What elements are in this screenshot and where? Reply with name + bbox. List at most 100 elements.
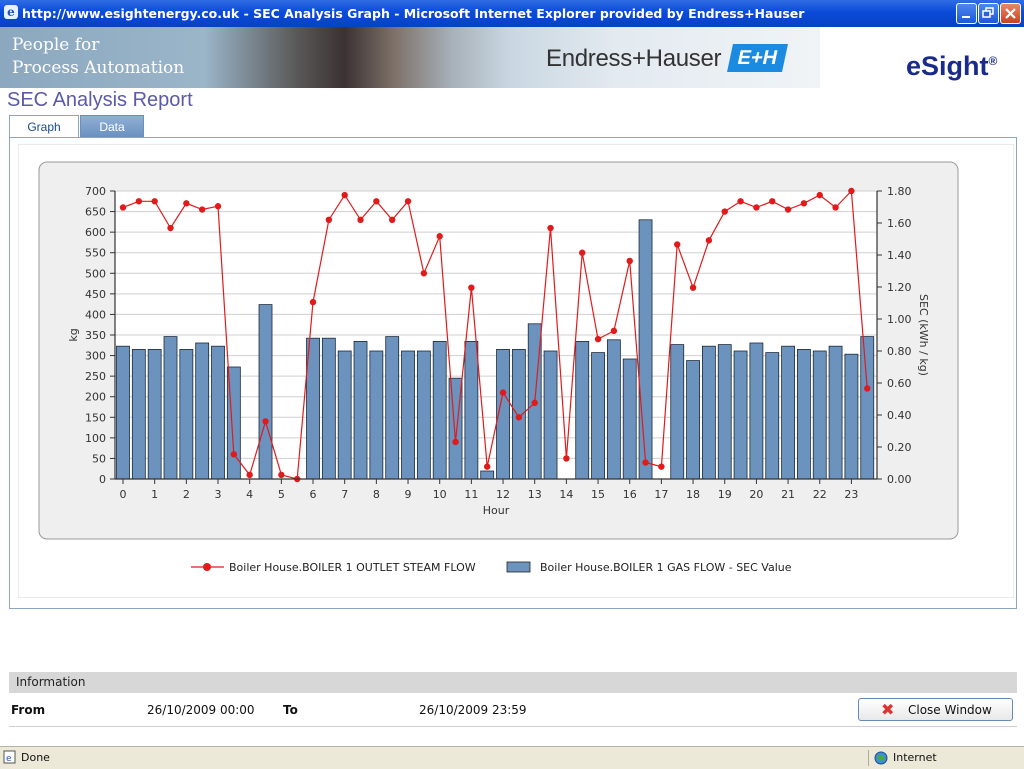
status-text: Done [21,751,50,764]
x-tick-label: 18 [686,488,700,501]
data-point [468,284,475,291]
bar [622,358,637,480]
bar [828,345,843,480]
bar [733,350,748,480]
bar [211,345,225,480]
y2-axis-label: SEC (kWh / kg) [917,294,930,376]
bar [812,350,827,480]
data-point [579,249,586,256]
data-point [800,200,808,207]
x-tick-label: 22 [813,488,827,501]
data-point [705,237,713,244]
bar [575,340,590,480]
bar [717,344,732,480]
bar [179,348,194,480]
y-tick-label: 200 [85,391,106,404]
legend-marker [203,563,211,571]
data-point [452,438,459,446]
data-point [357,216,364,223]
legend-bar-swatch [506,561,531,573]
from-label: From [11,703,46,717]
bar [163,336,178,480]
bar [638,219,653,480]
x-tick-label: 15 [591,488,605,501]
y-tick-label: 250 [85,370,106,383]
bar [147,348,162,480]
bar [195,342,210,480]
bar [749,342,764,480]
x-axis-label: Hour [483,504,510,517]
data-point [737,198,744,205]
bar [606,339,621,480]
info-header-label: Information [16,675,86,689]
y2-tick-label: 1.00 [887,313,912,326]
x-tick-label: 19 [718,488,732,501]
bar [258,304,273,480]
sec-chart: 0501001502002503003504004505005506006507… [38,161,959,574]
y2-tick-label: 1.80 [887,185,912,198]
y-tick-label: 600 [85,226,106,239]
data-point [246,471,253,479]
zone-text: Internet [893,751,937,764]
bar [416,350,431,480]
x-tick-label: 17 [654,488,668,501]
x-tick-label: 12 [496,488,510,501]
bar [369,350,384,480]
bar [797,348,811,480]
bar [860,336,875,480]
y2-tick-label: 0.60 [887,377,912,390]
data-point [230,451,238,458]
y2-tick-label: 1.40 [887,249,912,262]
data-point [689,284,697,291]
data-point [753,204,760,211]
data-point [262,418,269,425]
x-tick-label: 21 [781,488,795,501]
data-point [769,198,776,205]
close-window-action-button[interactable]: ✖ Close Window [858,698,1013,721]
legend-label-steam: Boiler House.BOILER 1 OUTLET STEAM FLOW [229,561,476,574]
data-point [832,204,839,211]
bar [670,344,685,480]
x-tick-label: 7 [341,488,348,501]
y-axis-label: kg [67,328,80,341]
data-point [721,208,728,215]
bar [131,348,146,480]
data-point [626,257,633,265]
data-point [278,471,285,479]
data-point [594,335,602,343]
data-point [325,216,333,223]
from-value: 26/10/2009 00:00 [147,703,255,717]
x-tick-label: 13 [528,488,542,501]
bar [432,340,447,480]
data-point [119,204,127,211]
bar [353,340,368,480]
data-point [547,224,554,232]
to-label: To [283,703,298,717]
x-tick-label: 0 [120,488,127,501]
data-point [341,191,348,199]
data-point [135,198,143,205]
y-tick-label: 650 [85,206,106,219]
data-point [563,455,570,462]
close-button-label: Close Window [908,703,992,717]
bar [385,336,400,480]
bar [464,340,479,480]
x-tick-label: 16 [623,488,637,501]
y2-tick-label: 0.00 [887,473,912,486]
y-tick-label: 150 [85,411,106,424]
x-tick-label: 4 [246,488,253,501]
data-point [309,298,317,306]
y2-tick-label: 0.40 [887,409,912,422]
data-point [388,216,396,223]
y-tick-label: 0 [99,473,106,486]
y-tick-label: 300 [85,350,106,363]
x-tick-label: 20 [749,488,763,501]
x-tick-label: 8 [373,488,380,501]
data-point [436,233,443,240]
data-point [420,270,428,277]
data-point [373,198,380,205]
y-tick-label: 550 [85,247,106,260]
bar [765,352,780,480]
data-point [404,198,412,205]
data-point [515,414,523,421]
